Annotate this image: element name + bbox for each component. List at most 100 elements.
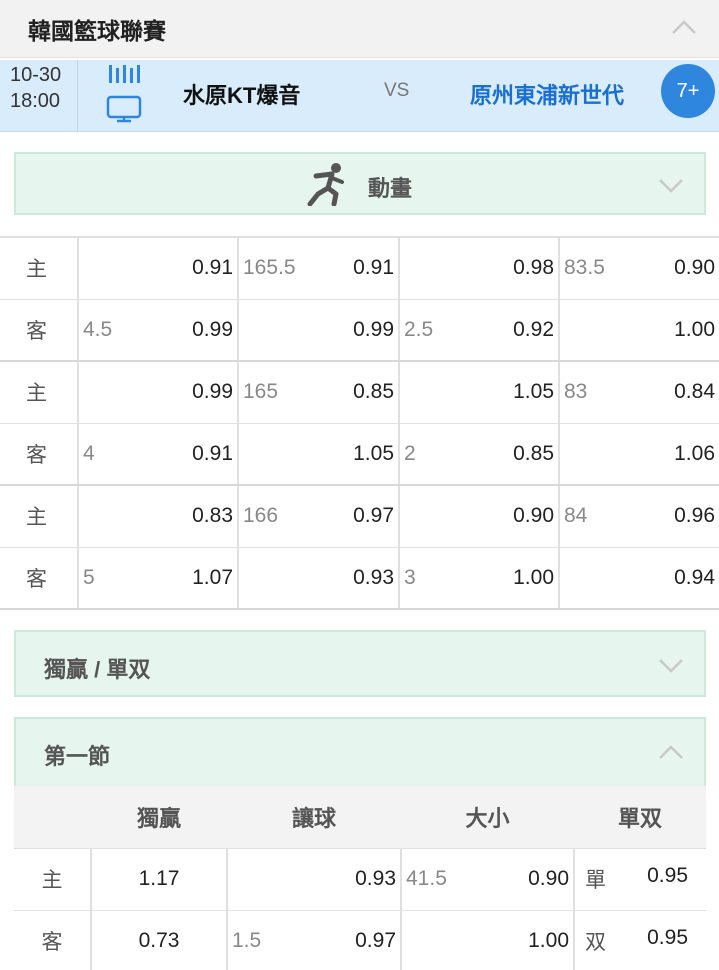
q1-home-ou-odds[interactable]: 41.5 0.90 (401, 848, 575, 911)
handicap-odds-cell[interactable]: 4 0.91 (78, 422, 239, 486)
half-handicap-odds-cell[interactable]: 0.98 (399, 236, 560, 300)
half-ou-odds: 0.94 (674, 565, 715, 589)
row-side-label: 客 (0, 546, 79, 610)
animation-section[interactable]: 動畫 (14, 152, 706, 215)
more-markets-button[interactable]: 7+ (661, 64, 715, 118)
row-side-label: 主 (0, 236, 79, 300)
ou-odds-cell[interactable]: 165 0.85 (238, 360, 400, 424)
ou-odds-cell[interactable]: 166 0.97 (238, 484, 400, 548)
handicap-line: 5 (83, 565, 95, 589)
half-ou-line: 83.5 (564, 256, 605, 280)
q1-away-handicap-odds[interactable]: 1.5 0.97 (227, 910, 402, 970)
ou-odds-cell[interactable]: 0.99 (238, 298, 400, 362)
ou-line: 165.5 (243, 256, 296, 280)
handicap-odds: 0.99 (192, 380, 233, 404)
half-ou-odds-cell[interactable]: 1.00 (559, 298, 719, 362)
ou-odds-cell[interactable]: 0.93 (238, 546, 400, 610)
q1-away-handicap-line: 1.5 (232, 929, 262, 952)
handicap-odds-cell[interactable]: 0.83 (78, 484, 239, 548)
away-team-name: 原州東浦新世代 (470, 83, 625, 108)
q1-home-handicap-odds[interactable]: 0.93 (227, 848, 402, 911)
half-handicap-odds-cell[interactable]: 3 1.00 (399, 546, 560, 610)
half-handicap-odds: 1.00 (513, 565, 554, 589)
handicap-odds-cell[interactable]: 0.91 (78, 236, 239, 300)
q1-away-moneyline[interactable]: 0.73 (91, 910, 228, 970)
chevron-up-icon[interactable] (657, 741, 685, 763)
animation-label: 動畫 (368, 176, 413, 201)
handicap-odds: 0.99 (192, 317, 233, 341)
half-ou-odds-cell[interactable]: 1.06 (559, 422, 719, 486)
half-handicap-odds-cell[interactable]: 1.05 (399, 360, 560, 424)
live-stream-icon[interactable] (104, 63, 144, 125)
ou-line: 166 (243, 504, 279, 528)
ou-odds: 1.05 (353, 441, 394, 465)
q1-odd-label: 單 (585, 869, 606, 892)
first-quarter-odds-table: 獨贏 讓球 大小 單双 主 1.17 0.93 41.5 0.90 單 0.95 客… (14, 786, 706, 970)
ou-odds: 0.91 (353, 256, 394, 280)
handicap-odds-cell[interactable]: 4.5 0.99 (78, 298, 239, 362)
chevron-up-icon[interactable] (670, 16, 698, 38)
ou-odds: 0.99 (353, 317, 394, 341)
half-ou-odds-cell[interactable]: 84 0.96 (559, 484, 719, 548)
odds-row-away: 客 5 1.07 0.93 3 1.00 0.94 (0, 546, 719, 610)
q1-header-odd-even: 單双 (574, 786, 706, 849)
q1-home-moneyline[interactable]: 1.17 (91, 848, 228, 911)
half-ou-odds: 0.90 (674, 256, 715, 280)
half-handicap-line: 3 (404, 565, 416, 589)
half-ou-odds-cell[interactable]: 83.5 0.90 (559, 236, 719, 300)
odds-row-home: 主 0.83 166 0.97 0.90 84 0.96 (0, 484, 719, 548)
q1-home-handicap-value: 0.93 (355, 867, 396, 890)
odds-row-away: 客 4 0.91 1.05 2 0.85 1.06 (0, 422, 719, 486)
odds-row-home: 主 0.99 165 0.85 1.05 83 0.84 (0, 360, 719, 424)
q1-away-oddeven-odds[interactable]: 双 0.95 (574, 910, 706, 970)
first-quarter-section[interactable]: 第一節 (14, 717, 706, 786)
match-time: 10-30 18:00 (0, 60, 78, 132)
half-handicap-odds-cell[interactable]: 0.90 (399, 484, 560, 548)
q1-away-row: 客 0.73 1.5 0.97 1.00 双 0.95 (14, 910, 706, 970)
chevron-down-icon[interactable] (657, 654, 685, 676)
home-team-name: 水原KT爆音 (183, 83, 301, 108)
half-ou-odds: 0.84 (674, 380, 715, 404)
match-row[interactable]: 10-30 18:00 水原KT爆音 VS 原州東浦新世代 (0, 60, 719, 132)
q1-away-handicap-value: 0.97 (355, 929, 396, 952)
match-date: 10-30 (10, 64, 62, 86)
ou-odds-cell[interactable]: 165.5 0.91 (238, 236, 400, 300)
winner-oddeven-label: 獨贏 / 單双 (44, 657, 151, 682)
q1-away-label: 客 (14, 910, 92, 970)
ou-line: 165 (243, 380, 279, 404)
half-handicap-line: 2.5 (404, 317, 434, 341)
league-header[interactable]: 韓國籃球聯賽 (0, 0, 719, 58)
winner-oddeven-section[interactable]: 獨贏 / 單双 (14, 630, 706, 697)
half-ou-odds: 1.06 (674, 441, 715, 465)
q1-even-label: 双 (585, 931, 606, 954)
main-odds-table: 主 0.91 165.5 0.91 0.98 83.5 0.90 客 4.5 0.99 0.99 2.… (0, 236, 719, 610)
half-handicap-odds: 1.05 (513, 380, 554, 404)
half-ou-odds-cell[interactable]: 83 0.84 (559, 360, 719, 424)
q1-odd-value: 0.95 (647, 864, 688, 887)
q1-away-ou-odds[interactable]: 1.00 (401, 910, 575, 970)
handicap-odds: 0.83 (192, 504, 233, 528)
chevron-down-icon[interactable] (657, 174, 685, 196)
half-handicap-line: 2 (404, 441, 416, 465)
handicap-odds-cell[interactable]: 0.99 (78, 360, 239, 424)
match-hour: 18:00 (10, 90, 61, 112)
odds-row-away: 客 4.5 0.99 0.99 2.5 0.92 1.00 (0, 298, 719, 362)
half-handicap-odds-cell[interactable]: 2.5 0.92 (399, 298, 560, 362)
ou-odds: 0.85 (353, 380, 394, 404)
q1-even-value: 0.95 (647, 926, 688, 949)
half-ou-odds: 1.00 (674, 317, 715, 341)
row-side-label: 主 (0, 360, 79, 424)
row-side-label: 客 (0, 298, 79, 362)
q1-header-over-under: 大小 (401, 786, 574, 849)
handicap-odds: 0.91 (192, 256, 233, 280)
ou-odds-cell[interactable]: 1.05 (238, 422, 400, 486)
league-title: 韓國籃球聯賽 (28, 18, 166, 44)
handicap-odds-cell[interactable]: 5 1.07 (78, 546, 239, 610)
half-ou-odds-cell[interactable]: 0.94 (559, 546, 719, 610)
half-handicap-odds-cell[interactable]: 2 0.85 (399, 422, 560, 486)
half-handicap-odds: 0.85 (513, 441, 554, 465)
q1-home-oddeven-odds[interactable]: 單 0.95 (574, 848, 706, 911)
q1-home-label: 主 (14, 848, 92, 911)
q1-home-row: 主 1.17 0.93 41.5 0.90 單 0.95 (14, 848, 706, 911)
q1-home-ou-value: 0.90 (528, 867, 569, 890)
